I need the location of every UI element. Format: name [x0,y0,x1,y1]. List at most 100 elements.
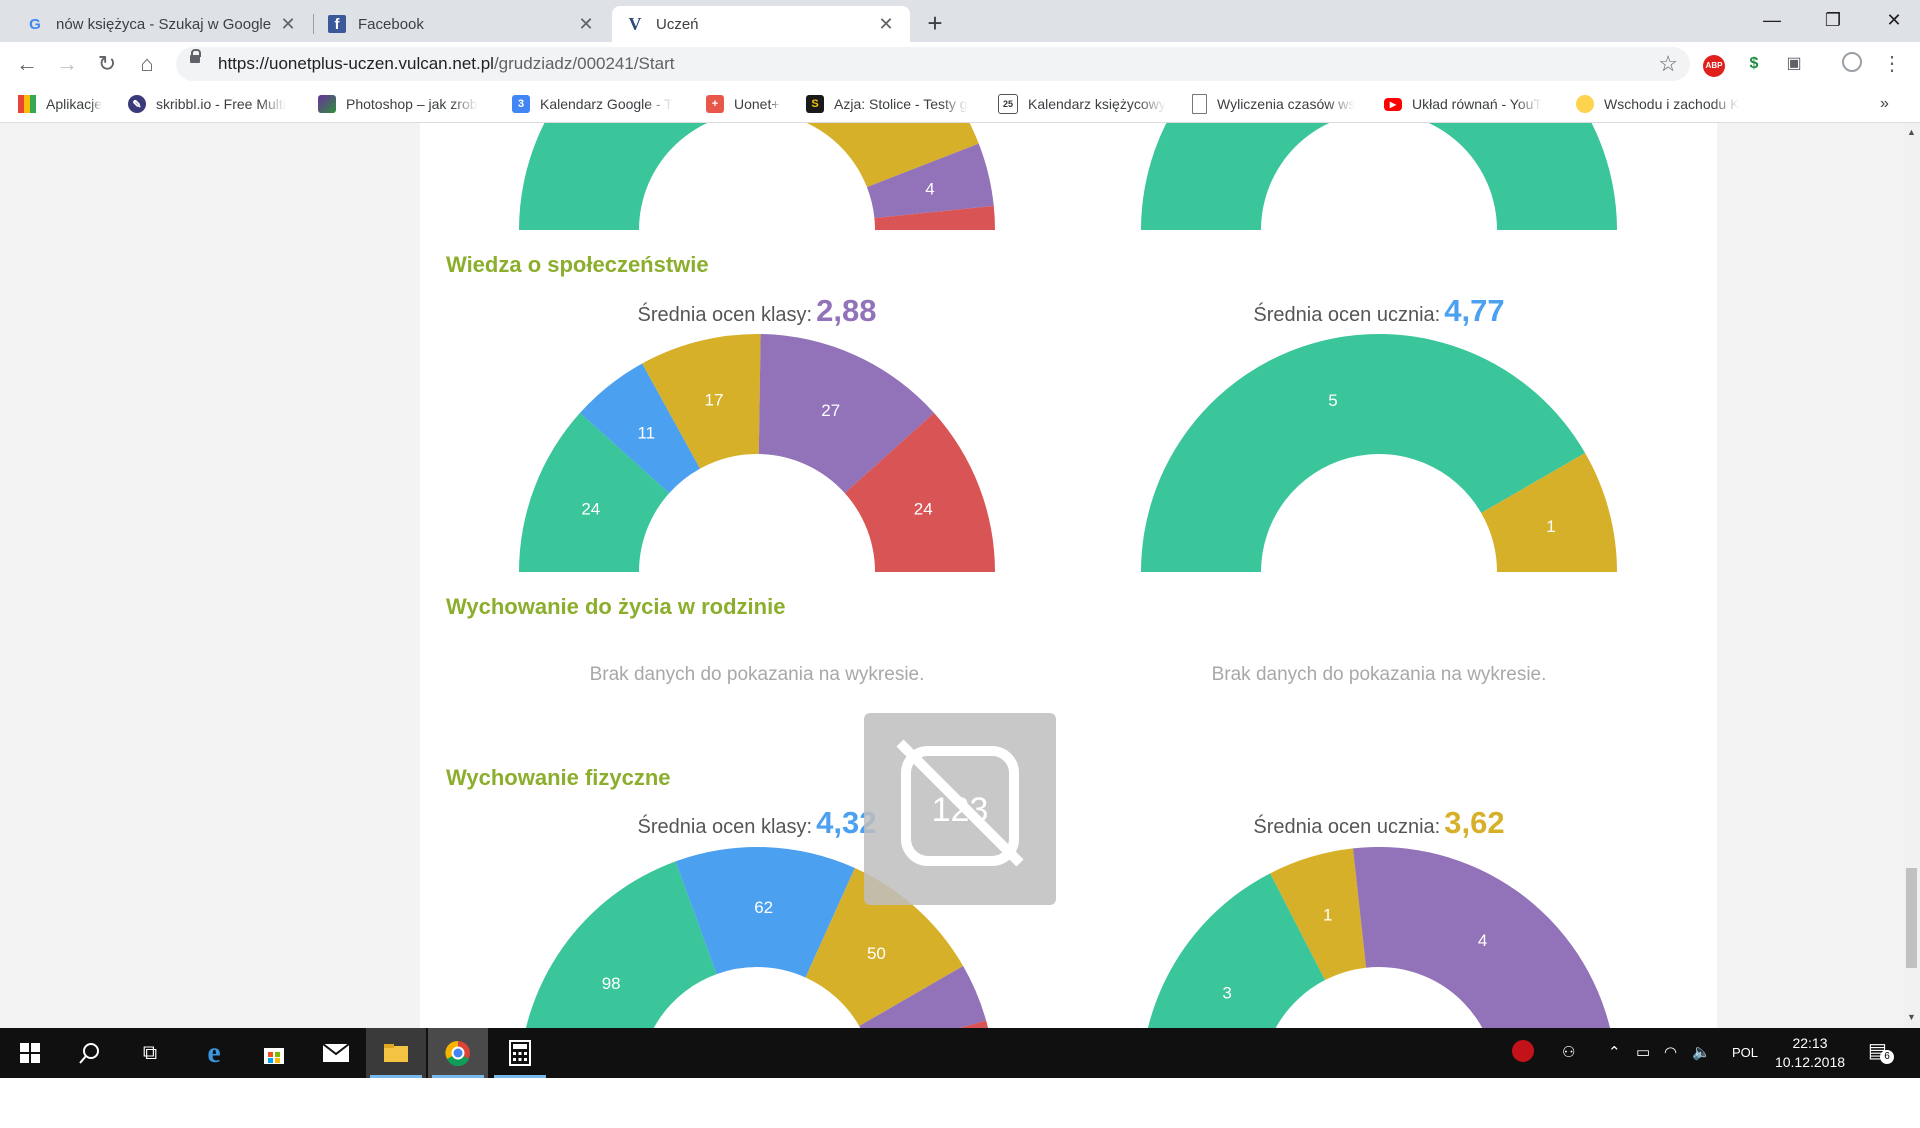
bookmark-star-icon[interactable]: ☆ [1658,51,1678,77]
segment-count-label: 27 [821,401,840,420]
close-icon[interactable]: ✕ [278,14,298,35]
bookmark-photoshop[interactable]: Photoshop – jak zrob [318,87,490,121]
home-button[interactable]: ⌂ [132,49,162,79]
forward-button[interactable]: → [52,49,82,79]
minimize-button[interactable]: — [1742,0,1802,40]
no-data-message: Brak danych do pokazania na wykresie. [1211,664,1547,685]
url-host: https://uonetplus-uczen.vulcan.net.pl [218,54,494,73]
battery-icon[interactable]: ▭ [1636,1043,1650,1061]
s-icon: S [806,95,824,113]
wifi-icon[interactable]: ◠ [1664,1043,1677,1061]
scroll-up-arrow-icon[interactable]: ▲ [1905,127,1918,141]
chrome-logo-icon [445,1040,470,1066]
new-tab-button[interactable]: + [920,8,950,38]
class-average-label: Średnia ocen klasy: [637,304,813,326]
chrome-icon[interactable] [428,1028,488,1078]
bookmark-label: Wschodu i zachodu K [1604,96,1740,112]
tab-uczen[interactable]: V Uczeń ✕ [612,6,910,42]
scrollbar-thumb[interactable] [1906,868,1917,968]
calendar-25-icon: 25 [998,94,1018,114]
student-average-value: 3,62 [1444,805,1505,840]
calendar-icon: 3 [512,95,530,113]
student-average: Średnia ocen ucznia: 4,77 [1139,293,1619,329]
segment-count-label: 50 [867,944,886,963]
tab-facebook[interactable]: f Facebook ✕ [314,6,610,42]
skribbl-icon: ✎ [128,95,146,113]
people-icon[interactable]: ⚇ [1562,1043,1575,1061]
restore-button[interactable]: ❐ [1803,0,1863,40]
bookmark-wschodu[interactable]: Wschodu i zachodu K [1576,87,1748,121]
segment-count-label: 1 [1323,906,1332,925]
notifications-icon[interactable]: ▤ 6 [1868,1038,1894,1064]
reload-button[interactable]: ↻ [92,49,122,79]
clock-time: 22:13 [1792,1035,1828,1051]
start-windows-icon[interactable] [0,1028,60,1078]
calculator-icon[interactable] [490,1028,550,1078]
segment-count-label: 98 [602,974,621,993]
store-icon[interactable] [244,1028,304,1078]
bookmark-google-calendar[interactable]: 3 Kalendarz Google - T [512,87,682,121]
bookmarks-overflow-icon[interactable]: » [1880,87,1910,121]
bookmark-azja[interactable]: S Azja: Stolice - Testy g [806,87,976,121]
address-bar[interactable]: https://uonetplus-uczen.vulcan.net.pl/gr… [176,47,1690,81]
bookmark-apps[interactable]: Aplikacje [18,87,118,121]
bookmark-youtube[interactable]: ▶ Układ równań - YouT [1384,87,1556,121]
bookmark-label: Aplikacje [46,96,103,112]
tab-title: Facebook [358,15,424,33]
adblock-icon[interactable]: ABP [1702,52,1726,77]
back-button[interactable]: ← [12,49,42,79]
bookmark-label: Azja: Stolice - Testy g [834,96,968,112]
clock[interactable]: 22:13 10.12.2018 [1760,1034,1860,1072]
tab-title: Uczeń [656,15,699,33]
segment-count-label: 62 [754,898,773,917]
bookmark-wyliczenia[interactable]: Wyliczenia czasów ws [1192,87,1362,121]
file-explorer-icon[interactable] [366,1028,426,1078]
antivirus-tray-icon[interactable] [1512,1040,1534,1066]
volume-icon[interactable]: 🔈 [1692,1043,1711,1061]
bookmark-skribbl[interactable]: ✎ skribbl.io - Free Multi [128,87,298,121]
menu-kebab-icon[interactable]: ⋮ [1880,52,1904,76]
url-path: /grudziadz/000241/Start [493,54,675,73]
keypad-off-icon: 123 [896,739,1024,867]
tab-title: nów księżyca - Szukaj w Google [56,15,272,33]
notification-count: 6 [1880,1050,1894,1064]
search-icon[interactable] [60,1028,120,1078]
close-icon[interactable]: ✕ [876,14,896,35]
bookmark-label: Photoshop – jak zrob [346,96,478,112]
screen-bottom-margin [0,1078,1920,1128]
dollar-extension-icon[interactable]: $ [1742,52,1766,76]
student-grades-chart-3: 3 1 4 [1148,847,1611,1028]
no-data-message: Brak danych do pokazania na wykresie. [589,664,925,685]
mail-icon[interactable] [306,1028,366,1078]
clock-date: 10.12.2018 [1774,1054,1846,1070]
subject-title: Wychowanie do życia w rodzinie [446,594,786,619]
envelope-icon [322,1043,350,1062]
bookmark-label: Wyliczenia czasów ws [1217,96,1356,112]
windows-logo-icon [20,1043,40,1063]
bookmark-uonet[interactable]: + Uonet+ [706,87,798,121]
segment-count-label: 5 [1328,391,1337,410]
camera-icon[interactable]: ▣ [1782,52,1806,76]
segment-count-label: 17 [705,390,724,409]
folder-icon [384,1044,408,1062]
tab-google[interactable]: G nów księżyca - Szukaj w Google ✕ [12,6,312,42]
close-window-button[interactable]: ✕ [1864,0,1920,40]
segment-count-label: 3 [1222,983,1231,1002]
profile-avatar-icon[interactable] [1840,52,1864,76]
scroll-down-arrow-icon[interactable]: ▼ [1905,1012,1918,1026]
edge-browser-icon[interactable]: e [184,1028,244,1078]
student-average-label: Średnia ocen ucznia: [1253,816,1441,838]
bookmark-lunar-calendar[interactable]: 25 Kalendarz księżycowy [998,87,1170,121]
tab-strip: G nów księżyca - Szukaj w Google ✕ f Fac… [0,0,1920,42]
chevron-up-icon[interactable]: ⌃ [1608,1043,1621,1061]
task-view-icon[interactable]: ⧉ [120,1028,180,1078]
language-indicator[interactable]: POL [1732,1045,1758,1060]
class-average: Średnia ocen klasy: 2,88 [517,293,997,329]
segment-count-label: 1 [1546,517,1555,536]
bookmark-label: Kalendarz Google - T [540,96,673,112]
close-icon[interactable]: ✕ [576,14,596,35]
subject-title: Wychowanie fizyczne [446,765,671,790]
class-average-value: 2,88 [816,293,877,328]
facebook-icon: f [328,15,346,33]
calculator-grid-icon [509,1040,531,1066]
